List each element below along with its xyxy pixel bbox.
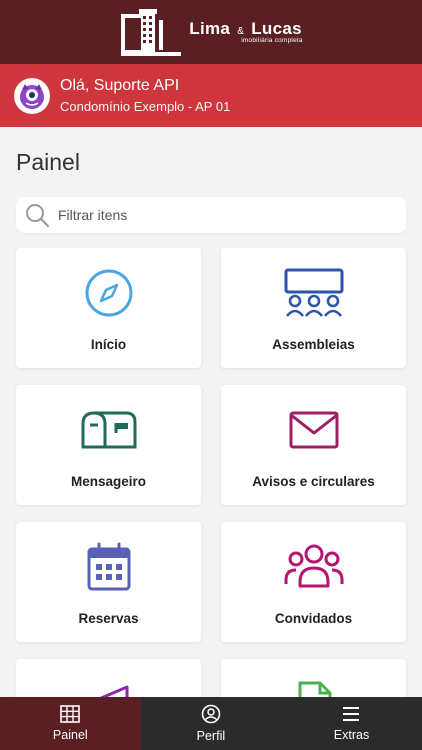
building-logo-icon	[119, 6, 183, 58]
user-bar[interactable]: Olá, Suporte API Condomínio Exemplo - AP…	[0, 64, 422, 127]
user-condominium: Condomínio Exemplo - AP 01	[60, 98, 231, 114]
document-icon	[298, 681, 331, 697]
card-reservas[interactable]: Reservas	[16, 522, 201, 642]
logo-tagline: imobiliária completa	[241, 36, 303, 44]
logo-name-second: Lucas	[251, 18, 302, 38]
card-label: Reservas	[78, 611, 139, 626]
avatar[interactable]	[14, 77, 50, 114]
nav-perfil[interactable]: Perfil	[141, 697, 282, 750]
search-icon	[26, 204, 50, 228]
calendar-icon	[87, 542, 130, 591]
page-title: Painel	[16, 149, 80, 175]
card-mensageiro[interactable]: Mensageiro	[16, 385, 201, 505]
user-greeting: Olá, Suporte API	[60, 76, 180, 94]
nav-extras[interactable]: Extras	[281, 697, 422, 750]
envelope-icon	[289, 411, 338, 449]
profile-icon	[201, 704, 221, 724]
grid-icon	[60, 705, 81, 723]
card-assembleias[interactable]: Assembleias	[221, 248, 406, 368]
app-screen: Lima & Lucas imobiliária completa Olá, S…	[0, 0, 422, 750]
brand-logo: Lima & Lucas imobiliária completa	[119, 6, 303, 58]
nav-label: Perfil	[196, 729, 226, 743]
card-inicio[interactable]: Início	[16, 248, 201, 368]
card-megaphone[interactable]	[16, 659, 201, 697]
card-label: Assembleias	[272, 337, 355, 352]
card-label: Avisos e circulares	[252, 474, 375, 489]
megaphone-icon	[99, 685, 128, 697]
search-input[interactable]	[58, 207, 378, 223]
search-bar[interactable]	[16, 197, 406, 233]
card-document[interactable]	[221, 659, 406, 697]
monster-avatar-icon	[20, 83, 44, 109]
card-avisos[interactable]: Avisos e circulares	[221, 385, 406, 505]
bottom-navigation: Painel Perfil Extras	[0, 697, 422, 750]
nav-label: Painel	[52, 728, 88, 742]
feature-grid: Início Assembleias Mensageiro Avisos e c…	[16, 248, 406, 697]
card-label: Mensageiro	[70, 474, 147, 489]
menu-icon	[343, 707, 360, 721]
main-content: Painel Início	[0, 127, 422, 697]
meeting-icon	[284, 268, 343, 317]
logo-ampersand: &	[237, 25, 245, 37]
card-convidados[interactable]: Convidados	[221, 522, 406, 642]
compass-icon	[85, 269, 132, 317]
logo-name: Lima	[189, 18, 231, 38]
brand-header: Lima & Lucas imobiliária completa	[0, 0, 422, 64]
nav-label: Extras	[333, 728, 370, 742]
mailbox-icon	[81, 411, 136, 449]
card-label: Início	[90, 337, 127, 352]
nav-painel[interactable]: Painel	[0, 697, 141, 750]
card-label: Convidados	[274, 611, 353, 626]
users-icon	[284, 544, 343, 588]
